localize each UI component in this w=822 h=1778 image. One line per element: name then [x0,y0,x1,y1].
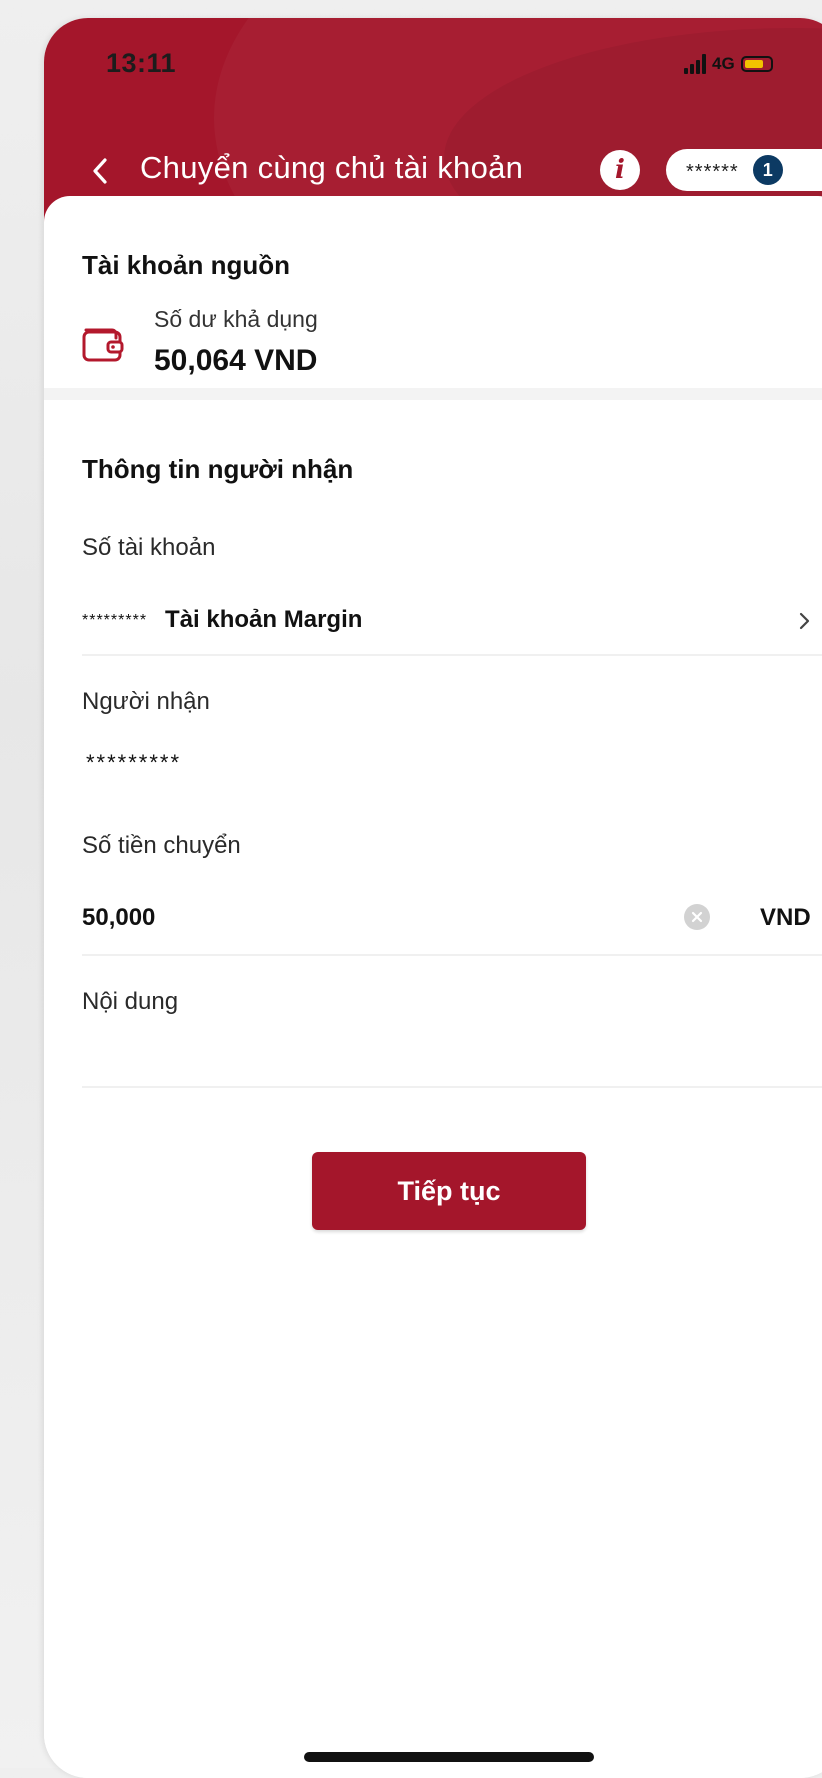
destination-account-type: Tài khoản Margin [165,606,363,633]
amount-label: Số tiền chuyển [82,832,241,859]
account-mask: ****** [686,160,739,183]
source-section-title: Tài khoản nguồn [82,250,290,280]
account-number-label: Số tài khoản [82,534,216,561]
balance-value: 50,064 VND [154,344,318,377]
content-card [44,196,822,1778]
chevron-right-icon [799,612,810,630]
phone-screen: 13:11 4G Chuyển cùng chủ tài khoản i ***… [44,18,822,1778]
wallet-icon [82,328,124,362]
divider [82,1086,822,1088]
destination-account-mask: ********* [82,612,148,629]
page-title: Chuyển cùng chủ tài khoản [140,150,524,185]
chevron-left-icon [93,158,107,184]
destination-account-selector[interactable]: ********* Tài khoản Margin [82,596,822,644]
divider [82,954,822,956]
balance-label: Số dư khả dụng [154,306,318,332]
network-type: 4G [712,54,735,73]
home-indicator [304,1752,594,1762]
currency-label: VND [760,904,811,931]
content-input[interactable] [82,1034,782,1074]
recipient-section-title: Thông tin người nhận [82,454,354,484]
recipient-label: Người nhận [82,688,210,715]
status-time: 13:11 [106,48,177,78]
amount-input[interactable]: 50,000 [82,904,155,932]
signal-icon [684,54,706,74]
account-count-badge: 1 [752,155,783,185]
back-button[interactable] [84,152,116,190]
close-icon [691,911,703,923]
divider [82,654,822,656]
info-button[interactable]: i [600,150,640,190]
continue-button[interactable]: Tiếp tục [312,1152,586,1230]
section-separator [44,388,822,400]
content-label: Nội dung [82,988,179,1015]
status-indicators: 4G [684,52,773,76]
account-selector[interactable]: ****** 1 [666,149,822,191]
battery-icon [740,56,773,72]
info-icon: i [615,155,625,185]
recipient-name-mask: ********* [86,750,182,775]
clear-amount-button[interactable] [684,904,710,930]
